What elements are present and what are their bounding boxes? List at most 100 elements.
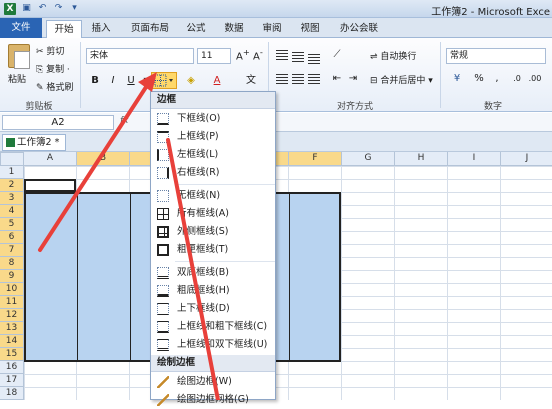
italic-button[interactable]: I: [106, 74, 120, 88]
function-button[interactable]: fx: [120, 116, 129, 126]
align-left-icon[interactable]: [276, 74, 288, 84]
pencil-grid-icon: [157, 394, 169, 406]
tab-data[interactable]: 数据: [218, 20, 250, 38]
align-right-icon[interactable]: [308, 74, 320, 84]
row-header-1[interactable]: 1: [0, 166, 24, 179]
percent-button[interactable]: %: [472, 72, 486, 86]
row-header-3[interactable]: 3: [0, 192, 24, 205]
row-header-12[interactable]: 12: [0, 309, 24, 322]
row-header-4[interactable]: 4: [0, 205, 24, 218]
column-header-h[interactable]: H: [395, 152, 448, 166]
cut-label: 剪切: [46, 47, 65, 57]
name-box[interactable]: A2: [2, 115, 114, 130]
menu-item-all-borders[interactable]: 所有框线(A): [151, 205, 275, 223]
bold-button[interactable]: B: [88, 74, 102, 88]
row-header-8[interactable]: 8: [0, 257, 24, 270]
undo-icon[interactable]: ↶: [36, 2, 49, 15]
menu-item-top-bottom-border[interactable]: 上下框线(D): [151, 300, 275, 318]
gridline: [447, 166, 448, 400]
tab-office-suite[interactable]: 办公会联: [334, 20, 384, 38]
phonetic-icon[interactable]: 文: [244, 74, 258, 88]
select-all-corner[interactable]: [0, 152, 24, 166]
column-header-b[interactable]: B: [77, 152, 130, 166]
left-border-icon: [157, 149, 169, 161]
column-header-j[interactable]: J: [501, 152, 552, 166]
menu-item-top-thick-bottom-border[interactable]: 上框线和粗下框线(C): [151, 318, 275, 336]
tab-page-layout[interactable]: 页面布局: [124, 20, 176, 38]
decrease-decimal-icon[interactable]: .00: [528, 72, 542, 86]
column-header-i[interactable]: I: [448, 152, 501, 166]
row-header-7[interactable]: 7: [0, 244, 24, 257]
borders-button[interactable]: [151, 72, 177, 89]
menu-header-borders: 边框: [151, 92, 275, 109]
row-header-17[interactable]: 17: [0, 374, 24, 387]
row-header-15[interactable]: 15: [0, 348, 24, 361]
row-header-14[interactable]: 14: [0, 335, 24, 348]
tab-insert[interactable]: 插入: [86, 20, 116, 38]
tab-formulas[interactable]: 公式: [180, 20, 212, 38]
row-header-13[interactable]: 13: [0, 322, 24, 335]
tab-review[interactable]: 审阅: [256, 20, 288, 38]
align-top-icon[interactable]: [276, 50, 288, 60]
row-header-18[interactable]: 18: [0, 387, 24, 400]
menu-item-left-border[interactable]: 左框线(L): [151, 146, 275, 164]
menu-item-no-border[interactable]: 无框线(N): [151, 187, 275, 205]
fill-color-icon[interactable]: ◈: [184, 74, 198, 88]
font-size-select[interactable]: 11: [197, 48, 231, 64]
align-middle-icon[interactable]: [292, 52, 304, 62]
merge-icon: ⊟: [370, 76, 381, 86]
column-header-g[interactable]: G: [342, 152, 395, 166]
excel-app-icon[interactable]: X: [4, 3, 16, 15]
paste-button[interactable]: 粘贴: [8, 72, 26, 85]
paste-icon[interactable]: [8, 44, 30, 69]
align-bottom-icon[interactable]: [308, 54, 320, 64]
menu-item-bottom-double-border[interactable]: 双底框线(B): [151, 264, 275, 282]
row-header-2[interactable]: 2: [0, 179, 24, 192]
orientation-icon[interactable]: ⟋: [330, 48, 344, 62]
menu-item-draw-border[interactable]: 绘图边框(W): [151, 373, 275, 391]
menu-item-outside-borders[interactable]: 外侧框线(S): [151, 223, 275, 241]
row-header-9[interactable]: 9: [0, 270, 24, 283]
outdent-icon[interactable]: ⇥: [346, 72, 360, 86]
indent-icon[interactable]: ⇤: [330, 72, 344, 86]
redo-icon[interactable]: ↷: [52, 2, 65, 15]
menu-item-top-border[interactable]: 上框线(P): [151, 128, 275, 146]
row-header-11[interactable]: 11: [0, 296, 24, 309]
menu-item-bottom-border[interactable]: 下框线(O): [151, 110, 275, 128]
spreadsheet-grid[interactable]: ABCDEFGHIJ 123456789101112131415161718: [0, 152, 552, 400]
cut-button[interactable]: ✂ 剪切: [36, 44, 64, 57]
row-header-5[interactable]: 5: [0, 218, 24, 231]
row-header-16[interactable]: 16: [0, 361, 24, 374]
copy-button[interactable]: ⎘ 复制 ·: [36, 62, 70, 75]
wrap-text-button[interactable]: ⇌ 自动换行: [370, 49, 416, 62]
active-cell[interactable]: [24, 179, 76, 192]
no-border-icon: [157, 190, 169, 202]
tab-home[interactable]: 开始: [46, 20, 82, 38]
tab-view[interactable]: 视图: [294, 20, 326, 38]
column-header-a[interactable]: A: [24, 152, 77, 166]
menu-item-top-double-bottom-border[interactable]: 上框线和双下框线(U): [151, 336, 275, 354]
menu-item-thick-box-border[interactable]: 粗匣框线(T): [151, 241, 275, 259]
increase-decimal-icon[interactable]: .0: [510, 72, 524, 86]
menu-item-draw-border-grid[interactable]: 绘图边框网格(G): [151, 391, 275, 409]
menu-item-thick-bottom-border[interactable]: 粗底框线(H): [151, 282, 275, 300]
pencil-icon: [157, 376, 169, 388]
menu-item-right-border[interactable]: 右框线(R): [151, 164, 275, 182]
font-color-icon[interactable]: A: [210, 74, 224, 88]
row-header-6[interactable]: 6: [0, 231, 24, 244]
align-center-icon[interactable]: [292, 74, 304, 84]
number-format-select[interactable]: 常规: [446, 48, 546, 64]
column-header-f[interactable]: F: [289, 152, 342, 166]
format-painter-button[interactable]: ✎ 格式刷: [36, 80, 73, 93]
font-name-select[interactable]: 宋体: [86, 48, 194, 64]
row-header-10[interactable]: 10: [0, 283, 24, 296]
underline-button[interactable]: U: [124, 74, 138, 88]
customize-qat-icon[interactable]: ▾: [68, 2, 81, 15]
merge-center-button[interactable]: ⊟ 合并后居中 ▾: [370, 73, 433, 86]
tab-file[interactable]: 文件: [0, 18, 42, 38]
save-icon[interactable]: ▣: [20, 2, 33, 15]
comma-button[interactable]: ,: [490, 72, 504, 86]
currency-icon[interactable]: ¥: [450, 72, 464, 86]
grow-font-icon[interactable]: A+ A-: [236, 47, 263, 62]
workbook-tab[interactable]: 工作簿2 *: [2, 134, 66, 151]
